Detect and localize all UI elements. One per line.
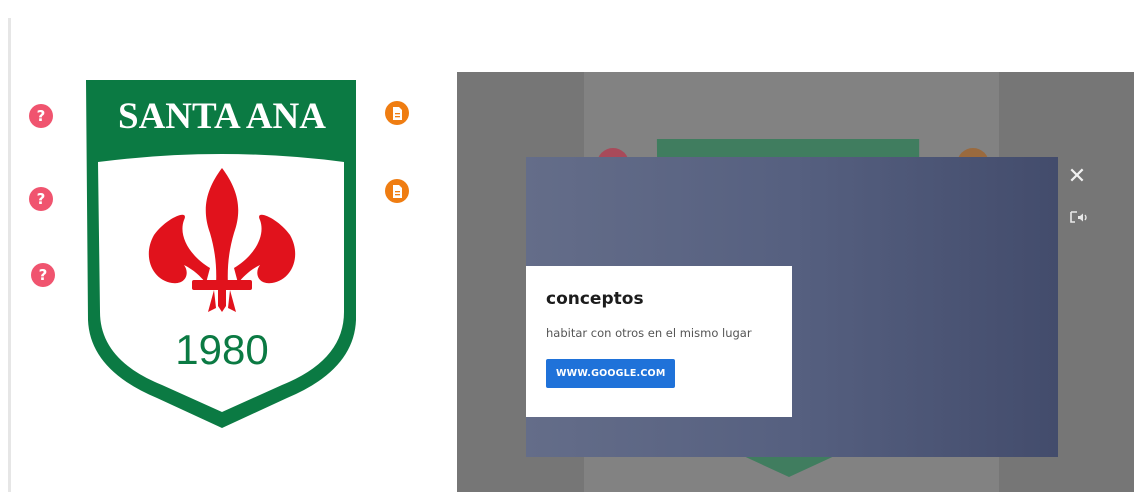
question-icon[interactable]: ? xyxy=(29,104,53,128)
document-glyph xyxy=(392,106,402,120)
crest-year: 1980 xyxy=(175,326,268,373)
card-description: habitar con otros en el mismo lugar xyxy=(546,326,752,340)
crest-title: SANTA ANA xyxy=(118,96,326,137)
document-icon[interactable] xyxy=(385,179,409,203)
question-glyph: ? xyxy=(38,266,48,284)
question-icon[interactable]: ? xyxy=(31,263,55,287)
left-divider xyxy=(8,18,11,492)
question-glyph: ? xyxy=(36,190,46,208)
crest-logo: SANTA ANA 1980 xyxy=(86,80,356,428)
close-icon[interactable]: ✕ xyxy=(1066,166,1088,188)
link-button[interactable]: WWW.GOOGLE.COM xyxy=(546,359,676,388)
document-icon[interactable] xyxy=(385,101,409,125)
lightbox-slide: conceptos habitar con otros en el mismo … xyxy=(526,157,1058,457)
card-title: conceptos xyxy=(546,289,644,309)
audio-description-icon[interactable] xyxy=(1068,206,1090,228)
info-card: conceptos habitar con otros en el mismo … xyxy=(526,266,792,417)
document-glyph xyxy=(392,184,402,198)
question-icon[interactable]: ? xyxy=(29,187,53,211)
question-glyph: ? xyxy=(36,107,46,125)
